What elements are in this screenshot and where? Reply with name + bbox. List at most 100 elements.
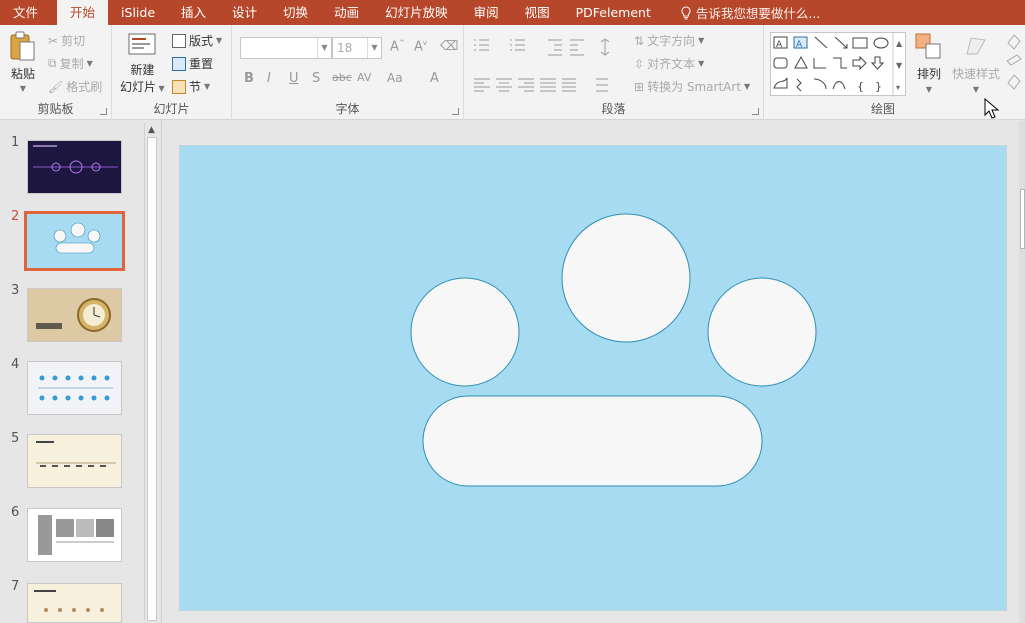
text-direction-button[interactable]: ⇅ 文字方向 ▼ xyxy=(634,32,704,49)
svg-text:▾: ▾ xyxy=(896,83,900,92)
slide-number: 1 xyxy=(11,135,20,150)
slide-editor[interactable] xyxy=(179,145,1007,611)
dialog-launcher-icon[interactable] xyxy=(100,108,107,115)
smartart-icon: ⊞ xyxy=(634,79,645,94)
slide-number: 5 xyxy=(11,431,20,446)
svg-text:A: A xyxy=(776,40,783,50)
tab-transitions[interactable]: 切换 xyxy=(270,0,321,25)
lightbulb-icon xyxy=(681,5,691,20)
new-slide-button[interactable]: 新建 幻灯片 ▼ xyxy=(120,31,165,95)
format-painter-button[interactable]: 🖌 格式刷 xyxy=(48,78,102,95)
text-shadow-icon[interactable]: S xyxy=(312,71,320,86)
left-circle-shape[interactable] xyxy=(410,277,520,387)
slide-thumbnail-4[interactable] xyxy=(27,361,122,415)
font-color-icon[interactable]: A xyxy=(430,71,439,86)
editor-scrollbar[interactable] xyxy=(1019,121,1025,623)
tell-me-box[interactable]: 告诉我您想要做什么... xyxy=(680,3,820,22)
clipboard-group-label: 剪贴板 xyxy=(37,102,74,116)
strikethrough-icon[interactable]: abc xyxy=(332,71,352,84)
font-name-input[interactable]: ▼ xyxy=(240,37,332,59)
reset-button[interactable]: 重置 xyxy=(172,55,213,72)
thumbnail-scrollbar[interactable]: ▲ xyxy=(144,123,158,621)
layout-button[interactable]: 版式 ▼ xyxy=(172,32,222,49)
arrange-icon xyxy=(915,33,941,59)
bold-icon[interactable]: B xyxy=(244,71,254,86)
chevron-down-icon: ▼ xyxy=(216,36,223,45)
slide-thumbnail-6[interactable] xyxy=(27,508,122,562)
chevron-down-icon[interactable]: ▼ xyxy=(317,38,331,58)
tab-view[interactable]: 视图 xyxy=(512,0,563,25)
svg-text:}: } xyxy=(875,80,882,93)
slide-number: 7 xyxy=(11,579,20,594)
section-button[interactable]: 节 ▼ xyxy=(172,78,210,95)
scrollbar-track[interactable] xyxy=(147,137,157,621)
slide-number: 6 xyxy=(11,505,20,520)
menu-bar: 文件 开始 iSlide 插入 设计 切换 动画 幻灯片放映 审阅 视图 PDF… xyxy=(0,0,1025,25)
italic-icon[interactable]: I xyxy=(267,71,271,86)
chevron-down-icon: ▼ xyxy=(972,85,980,94)
slide-thumbnail-3[interactable] xyxy=(27,288,122,342)
slide-thumbnails-panel: 1 2 3 4 5 6 7 xyxy=(0,121,162,623)
reset-label: 重置 xyxy=(189,57,214,71)
character-spacing-icon[interactable]: AV xyxy=(357,71,371,84)
grow-font-icon[interactable]: A^ xyxy=(390,39,405,54)
clear-formatting-icon[interactable]: ⌫ xyxy=(440,39,458,54)
reset-icon xyxy=(172,56,186,71)
tab-slideshow[interactable]: 幻灯片放映 xyxy=(372,0,461,25)
copy-button[interactable]: ⧉ 复制 ▼ xyxy=(48,55,93,72)
dialog-launcher-icon[interactable] xyxy=(752,108,759,115)
dialog-launcher-icon[interactable] xyxy=(452,108,459,115)
top-circle-shape[interactable] xyxy=(561,213,691,343)
change-case-icon[interactable]: Aa xyxy=(387,71,403,85)
tab-design[interactable]: 设计 xyxy=(219,0,270,25)
layout-icon xyxy=(172,33,186,48)
tab-islide[interactable]: iSlide xyxy=(108,0,168,25)
tab-pdfelement[interactable]: PDFelement xyxy=(563,0,664,25)
font-group-label: 字体 xyxy=(335,102,360,116)
tab-review[interactable]: 审阅 xyxy=(461,0,512,25)
chevron-down-icon[interactable]: ▼ xyxy=(367,38,381,58)
smartart-label: 转换为 SmartArt xyxy=(647,80,742,94)
slide-thumbnail-1[interactable] xyxy=(27,140,122,194)
shapes-gallery[interactable]: A A { } ▲ ▼ ▾ xyxy=(770,32,906,97)
paste-button[interactable]: 粘贴 ▼ xyxy=(8,31,38,93)
tab-animations[interactable]: 动画 xyxy=(321,0,372,25)
quick-styles-button[interactable]: 快速样式 ▼ xyxy=(952,32,1000,94)
ribbon: 粘贴 ▼ ✂ 剪切 ⧉ 复制 ▼ 🖌 格式刷 剪贴板 新建 幻灯片 ▼ 版式 ▼ 重置 节… xyxy=(0,25,1025,120)
font-group: ▼ 18 ▼ A^ Av ⌫ B I U S abc AV Aa A 字体 xyxy=(232,25,464,120)
scroll-up-icon[interactable]: ▲ xyxy=(148,125,155,135)
arrange-label: 排列 xyxy=(916,67,941,81)
quick-styles-icon xyxy=(966,37,986,55)
tab-insert[interactable]: 插入 xyxy=(168,0,219,25)
scrollbar-thumb[interactable] xyxy=(1020,189,1025,249)
tab-file[interactable]: 文件 xyxy=(0,0,51,25)
paste-icon xyxy=(10,31,35,61)
convert-smartart-button[interactable]: ⊞ 转换为 SmartArt ▼ xyxy=(634,78,750,95)
cut-button[interactable]: ✂ 剪切 xyxy=(48,32,85,49)
cut-label: 剪切 xyxy=(61,34,86,48)
copy-label: 复制 xyxy=(59,57,84,71)
right-circle-shape[interactable] xyxy=(707,277,817,387)
arrange-button[interactable]: 排列 ▼ xyxy=(914,32,944,94)
chevron-down-icon: ▼ xyxy=(86,59,93,68)
slide-thumbnail-7[interactable] xyxy=(27,583,122,623)
chevron-down-icon: ▼ xyxy=(698,59,705,68)
svg-text:A: A xyxy=(796,40,803,50)
shrink-font-icon[interactable]: Av xyxy=(414,39,427,54)
slide-thumbnail-2[interactable] xyxy=(24,211,125,271)
rounded-bar-shape[interactable] xyxy=(422,395,763,487)
slide-thumbnail-5[interactable] xyxy=(27,434,122,488)
svg-text:{: { xyxy=(857,80,864,93)
tab-home[interactable]: 开始 xyxy=(57,0,109,25)
font-size-input[interactable]: 18 ▼ xyxy=(332,37,382,59)
new-slide-label-2: 幻灯片 xyxy=(120,80,157,94)
new-slide-label-1: 新建 xyxy=(130,63,155,77)
paste-label: 粘贴 xyxy=(10,67,35,81)
mouse-cursor-icon xyxy=(984,98,1000,119)
align-text-button[interactable]: ⇳ 对齐文本 ▼ xyxy=(634,55,704,72)
chevron-down-icon: ▼ xyxy=(19,84,27,93)
scissors-icon: ✂ xyxy=(48,33,59,48)
align-text-icon: ⇳ xyxy=(634,56,645,71)
underline-icon[interactable]: U xyxy=(289,71,299,86)
quick-styles-label: 快速样式 xyxy=(952,67,1001,81)
